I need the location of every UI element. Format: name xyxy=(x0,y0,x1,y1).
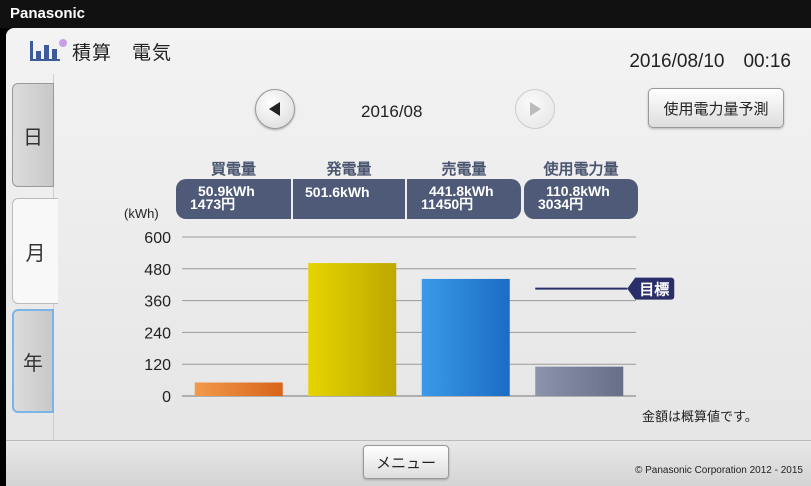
bottom-bar: メニュー © Panasonic Corporation 2012 - 2015 xyxy=(6,440,811,486)
datetime-display: 2016/08/10 00:16 xyxy=(629,51,791,72)
page-title: 積算 電気 xyxy=(72,42,173,64)
energy-chart-icon xyxy=(30,39,67,61)
y-tick-label: 0 xyxy=(162,389,171,406)
usage-forecast-button[interactable]: 使用電力量予測 xyxy=(648,88,784,128)
bar-0 xyxy=(194,382,283,396)
y-tick-label: 600 xyxy=(144,230,171,247)
y-tick-label: 120 xyxy=(144,357,171,374)
bar-1 xyxy=(308,263,397,396)
tab-day-label: 日 xyxy=(23,124,43,149)
target-label: 目標 xyxy=(639,281,669,299)
legend-generated-name: 発電量 xyxy=(326,160,372,178)
y-tick-label: 360 xyxy=(144,294,171,311)
legend-consumption-name: 使用電力量 xyxy=(543,160,619,178)
legend-generated-kwh: 501.6kWh xyxy=(305,184,370,200)
tab-day[interactable]: 日 xyxy=(12,83,54,187)
y-tick-label: 240 xyxy=(144,325,171,342)
menu-button[interactable]: メニュー xyxy=(363,445,449,479)
legend-purchased-name: 買電量 xyxy=(210,160,256,178)
estimate-note: 金額は概算値です。 xyxy=(642,410,758,425)
legend-sold-name: 売電量 xyxy=(441,160,487,178)
bar-3 xyxy=(535,366,624,396)
copyright: © Panasonic Corporation 2012 - 2015 xyxy=(634,465,803,476)
triangle-left-icon xyxy=(269,102,280,116)
y-tick-label: 480 xyxy=(144,262,171,279)
previous-month-button[interactable] xyxy=(255,89,295,129)
period-label: 2016/08 xyxy=(361,102,423,121)
triangle-right-icon xyxy=(530,102,541,116)
bar-2 xyxy=(421,278,510,396)
app-screen: 積算 電気 2016/08/10 00:16 日 月 年 2016/08 使用電… xyxy=(6,28,811,486)
app-header: 積算 電気 2016/08/10 00:16 xyxy=(6,28,811,74)
brand-logo: Panasonic xyxy=(10,5,86,22)
next-month-button[interactable] xyxy=(515,89,555,129)
top-bar: Panasonic xyxy=(0,0,811,28)
